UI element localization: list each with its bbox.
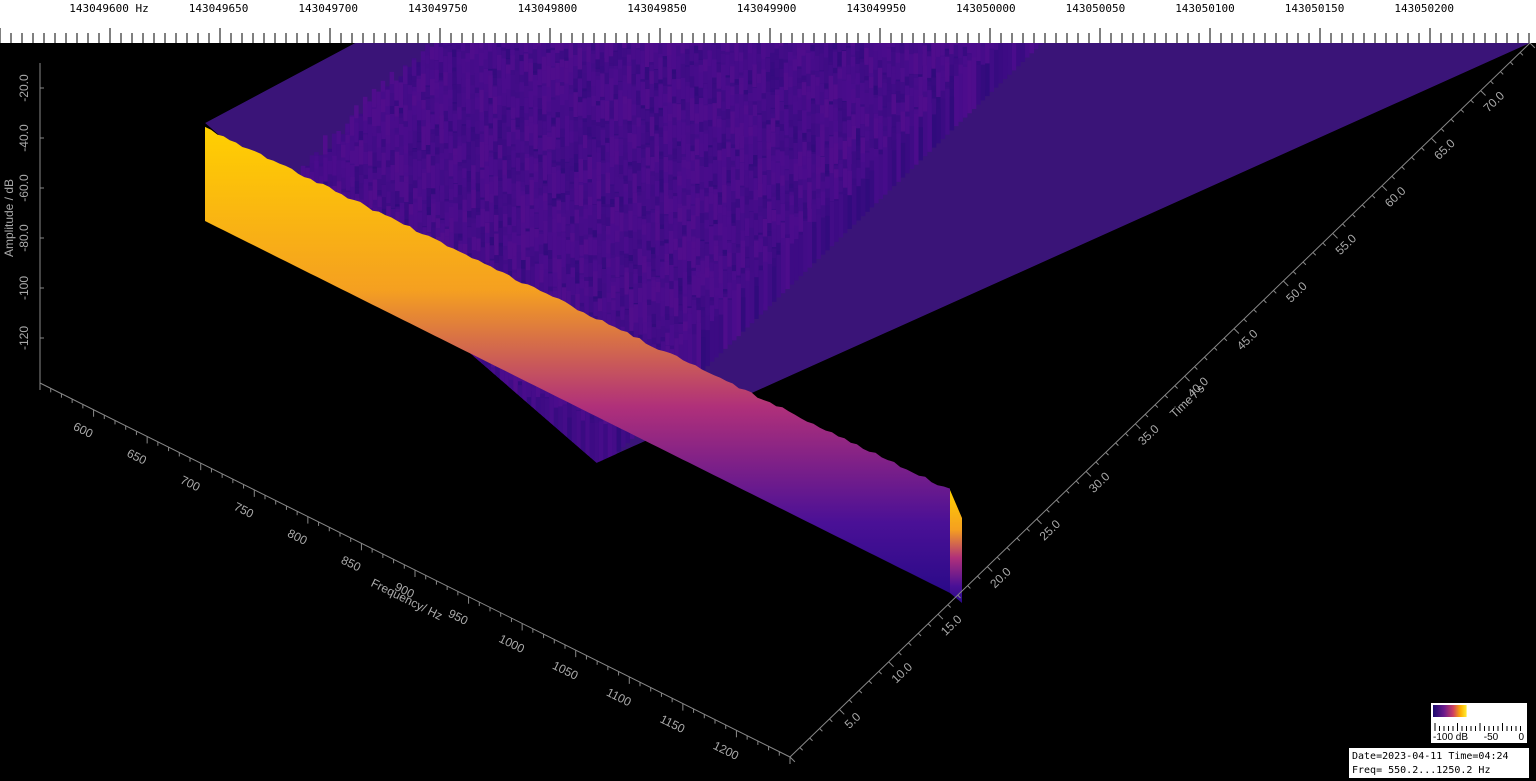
top-tick-label: 143049650 bbox=[189, 2, 249, 15]
noise-cell bbox=[1029, 43, 1034, 54]
noise-cell bbox=[989, 48, 994, 92]
noise-cell bbox=[962, 67, 968, 118]
noise-cell bbox=[1020, 43, 1026, 62]
noise-cell bbox=[994, 49, 999, 88]
noise-cell bbox=[985, 63, 990, 97]
top-tick-label: 143049900 bbox=[737, 2, 797, 15]
top-tick-label: 143050000 bbox=[956, 2, 1016, 15]
noise-cell bbox=[1025, 43, 1030, 58]
noise-cell bbox=[1038, 43, 1043, 45]
top-tick-label: 143050100 bbox=[1175, 2, 1235, 15]
noise-cell bbox=[971, 57, 977, 109]
noise-cell bbox=[958, 73, 963, 122]
top-tick-label: 143050150 bbox=[1285, 2, 1345, 15]
top-frequency-ruler: 143049600 Hz 143049650 143049700 143049750 1… bbox=[0, 0, 1536, 43]
noise-cell bbox=[1011, 43, 1017, 71]
top-tick-label: 143050200 bbox=[1394, 2, 1454, 15]
noise-cell bbox=[1007, 43, 1012, 75]
top-tick-label: 143049850 bbox=[627, 2, 687, 15]
noise-cell bbox=[976, 65, 981, 105]
spectrogram-3d-plot: -20.0-40.0-60.0-80.0-100-120Amplitude / … bbox=[2, 43, 1536, 764]
top-tick-label: 143049750 bbox=[408, 2, 468, 15]
noise-cell bbox=[1033, 43, 1039, 50]
top-tick-label: 143049600 Hz bbox=[69, 2, 148, 15]
top-tick-label: 143049700 bbox=[298, 2, 358, 15]
top-tick-label: 143049950 bbox=[846, 2, 906, 15]
top-tick-label: 143049800 bbox=[518, 2, 578, 15]
noise-cell bbox=[980, 64, 986, 101]
noise-cell bbox=[998, 43, 1003, 84]
top-tick-label: 143050050 bbox=[1066, 2, 1126, 15]
noise-cell bbox=[1002, 43, 1008, 80]
noise-cell bbox=[1016, 43, 1021, 67]
noise-cell bbox=[967, 60, 972, 114]
top-ruler-svg: 143049600 Hz 143049650 143049700 143049750 1… bbox=[0, 2, 1530, 43]
